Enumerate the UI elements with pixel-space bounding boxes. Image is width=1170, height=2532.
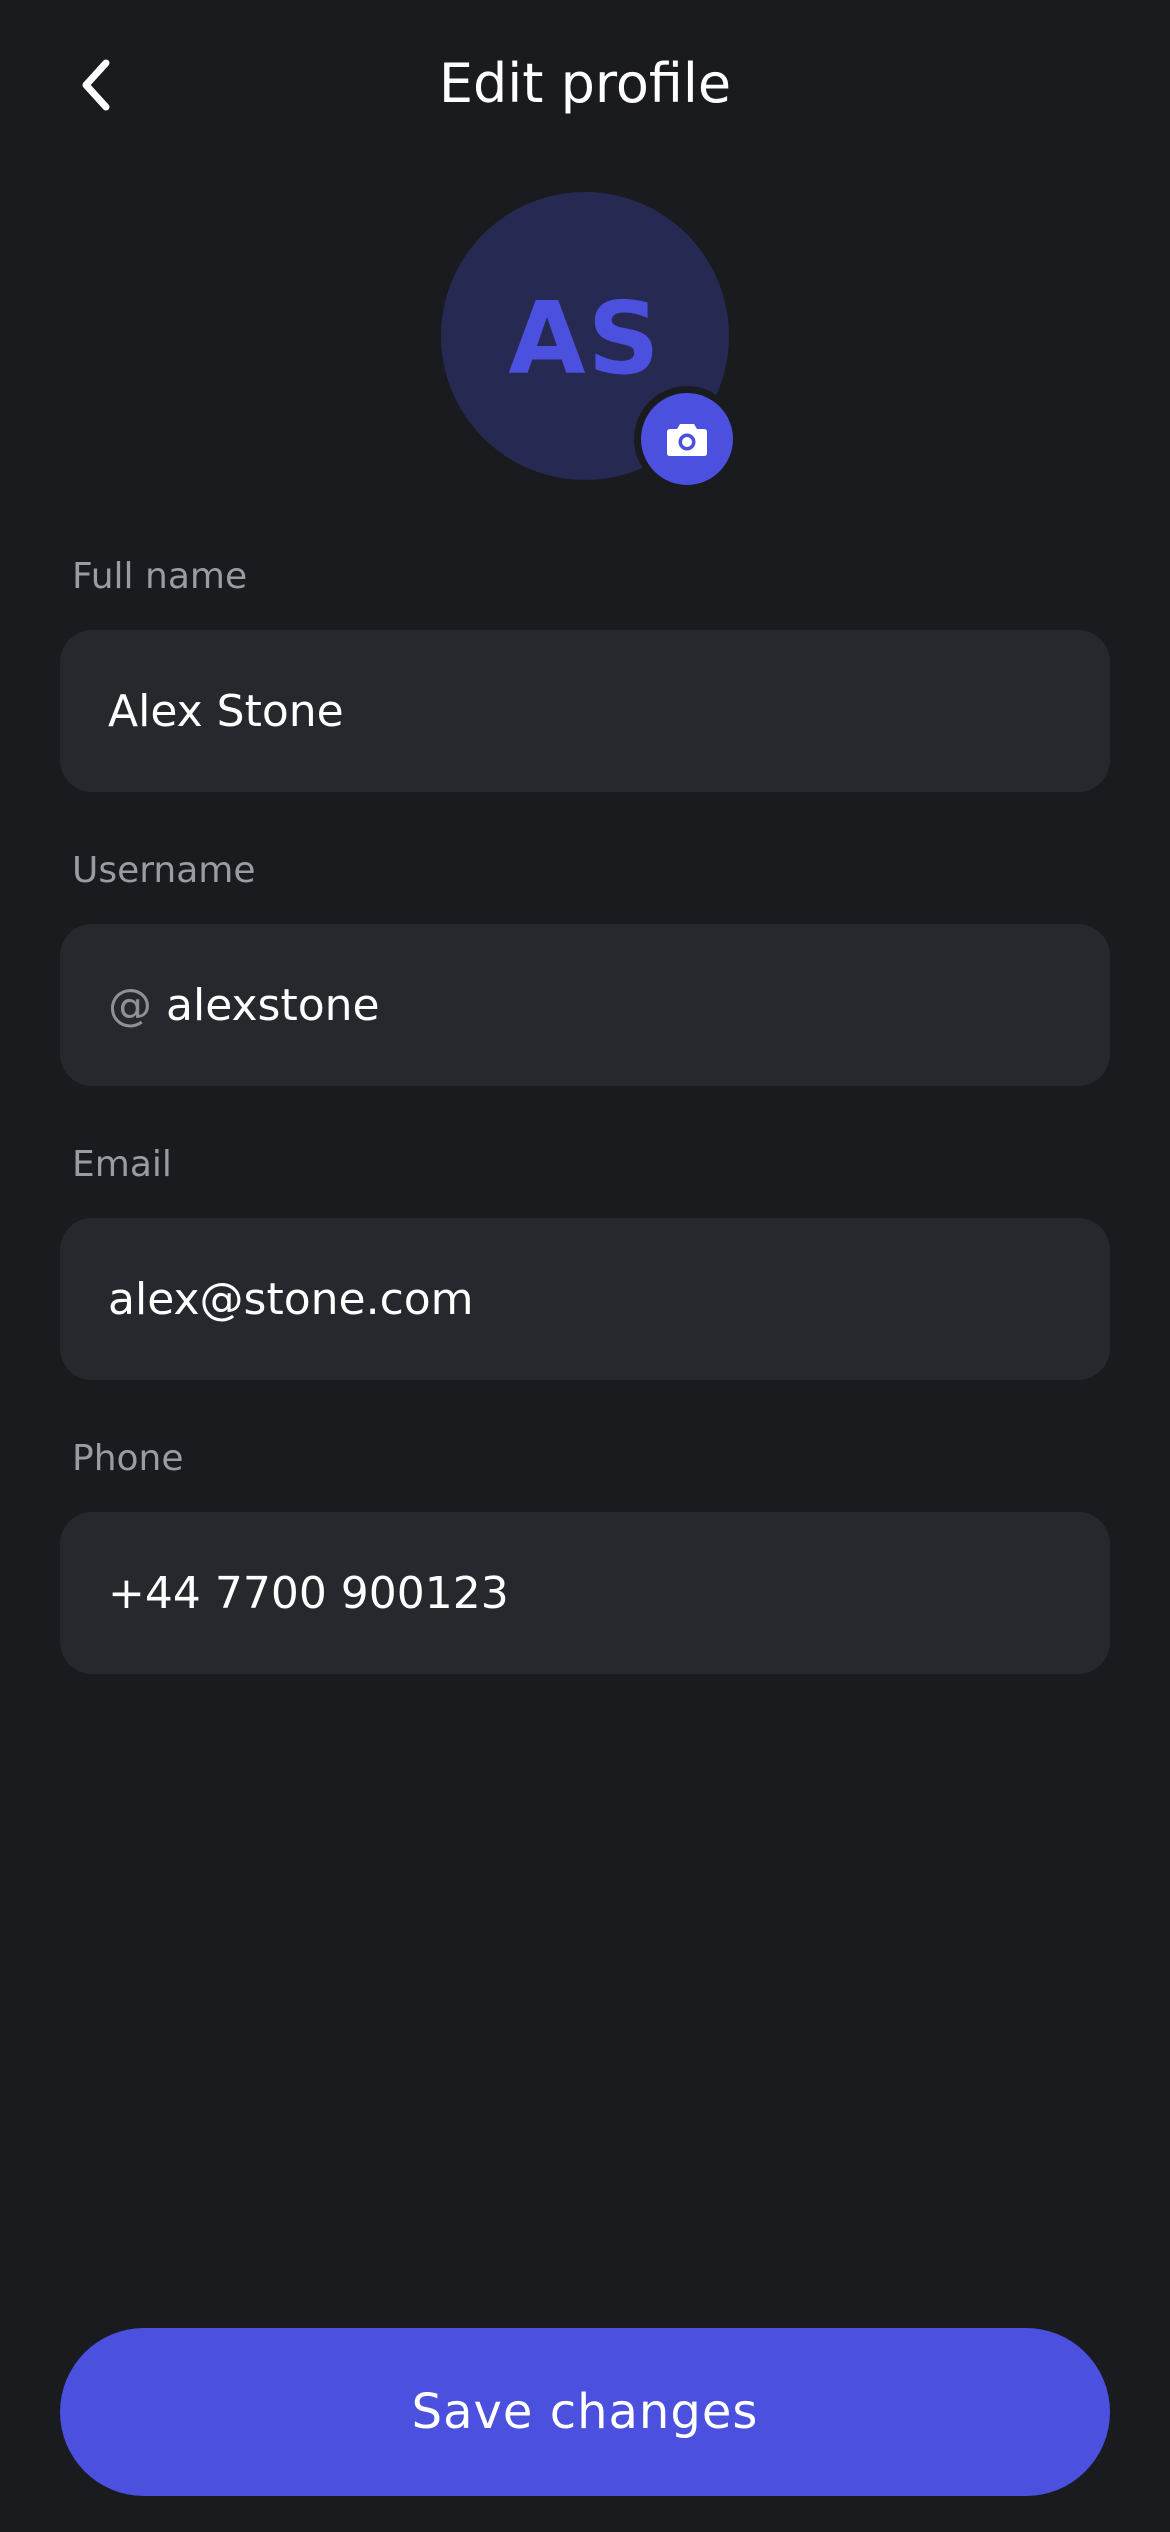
phone-value: +44 7700 900123 <box>108 1567 509 1619</box>
header: Edit profile <box>0 0 1170 170</box>
email-label: Email <box>72 1144 172 1185</box>
phone-label: Phone <box>72 1438 184 1479</box>
phone-input[interactable]: +44 7700 900123 <box>60 1512 1110 1674</box>
camera-icon <box>667 424 707 456</box>
username-input[interactable]: @ alexstone <box>60 924 1110 1086</box>
page-title: Edit profile <box>438 52 732 115</box>
username-prefix: @ <box>108 979 152 1031</box>
email-value: alex@stone.com <box>108 1273 474 1325</box>
full-name-input[interactable]: Alex Stone <box>60 630 1110 792</box>
save-changes-label: Save changes <box>411 2384 759 2440</box>
change-photo-button[interactable] <box>634 386 740 492</box>
email-input[interactable]: alex@stone.com <box>60 1218 1110 1380</box>
full-name-label: Full name <box>72 556 248 597</box>
back-button[interactable] <box>60 45 132 125</box>
full-name-value: Alex Stone <box>108 685 344 737</box>
edit-profile-screen: Edit profile AS Full name Alex Stone Use… <box>0 0 1170 2532</box>
username-label: Username <box>72 850 256 891</box>
username-value: alexstone <box>166 979 380 1031</box>
chevron-left-icon <box>82 59 110 111</box>
save-changes-button[interactable]: Save changes <box>60 2328 1110 2496</box>
avatar-initials: AS <box>508 279 662 397</box>
